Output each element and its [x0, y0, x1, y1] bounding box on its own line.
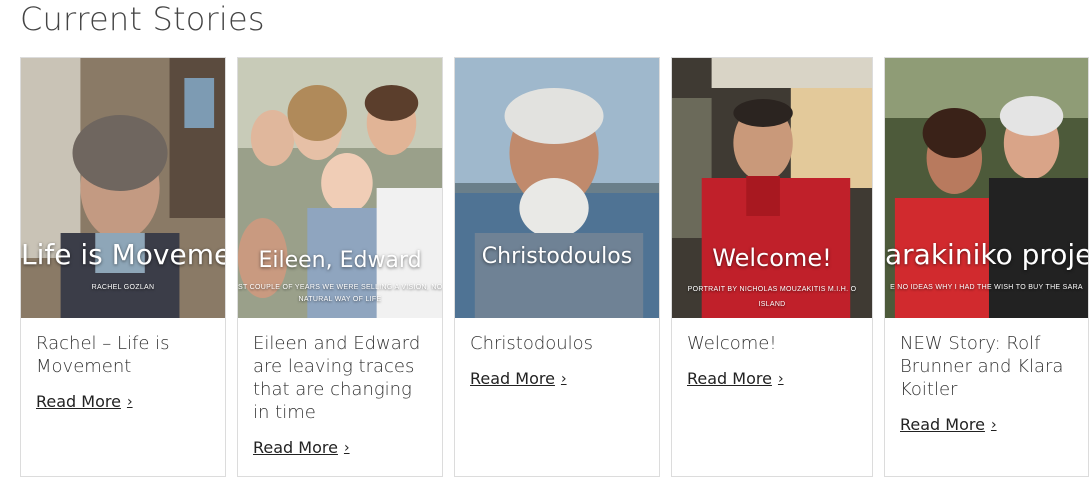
- image-overlay-title: arakiniko projec: [885, 238, 1088, 271]
- stories-grid: Life is Movemen RACHEL GOZLAN Rachel – L…: [20, 57, 1089, 477]
- image-overlay-title: Life is Movemen: [21, 238, 225, 271]
- read-more-label: Read More: [253, 438, 338, 457]
- story-card: Welcome! PORTRAIT BY NICHOLAS MOUZAKITIS…: [671, 57, 873, 477]
- story-image[interactable]: Christodoulos: [455, 58, 659, 318]
- image-overlay-subtitle-2: NATURAL WAY OF LIFE: [298, 296, 382, 303]
- story-card: arakiniko projec E NO IDEAS WHY I HAD TH…: [884, 57, 1089, 477]
- image-overlay-subtitle: ST COUPLE OF YEARS WE WERE SELLING A VIS…: [238, 284, 442, 291]
- image-overlay-subtitle: PORTRAIT BY NICHOLAS MOUZAKITIS M.I.H. O: [687, 286, 857, 293]
- chevron-right-icon: ›: [126, 393, 133, 410]
- image-overlay-title: Welcome!: [712, 244, 832, 272]
- story-card: Eileen, Edward ST COUPLE OF YEARS WE WER…: [237, 57, 443, 477]
- chevron-right-icon: ›: [777, 370, 784, 387]
- read-more-label: Read More: [900, 415, 985, 434]
- story-title[interactable]: Christodoulos: [470, 332, 644, 355]
- chevron-right-icon: ›: [343, 439, 350, 456]
- story-title[interactable]: Rachel – Life is Movement: [36, 332, 210, 378]
- read-more-link[interactable]: Read More ›: [900, 415, 997, 434]
- image-overlay-title: Eileen, Edward: [258, 248, 422, 273]
- read-more-label: Read More: [470, 369, 555, 388]
- story-photo: [238, 58, 442, 318]
- chevron-right-icon: ›: [990, 416, 997, 433]
- story-photo: [21, 58, 225, 318]
- story-card: Life is Movemen RACHEL GOZLAN Rachel – L…: [20, 57, 226, 477]
- page-title: Current Stories: [20, 0, 265, 38]
- story-title[interactable]: Eileen and Edward are leaving traces tha…: [253, 332, 427, 424]
- read-more-label: Read More: [687, 369, 772, 388]
- read-more-link[interactable]: Read More ›: [253, 438, 350, 457]
- story-photo: [455, 58, 659, 318]
- story-photo: [885, 58, 1088, 318]
- image-overlay-subtitle-2: ISLAND: [758, 301, 786, 308]
- story-image[interactable]: arakiniko projec E NO IDEAS WHY I HAD TH…: [885, 58, 1088, 318]
- image-overlay-title: Christodoulos: [481, 244, 633, 269]
- image-overlay-subtitle: RACHEL GOZLAN: [91, 284, 155, 291]
- story-photo: [672, 58, 872, 318]
- story-image[interactable]: Eileen, Edward ST COUPLE OF YEARS WE WER…: [238, 58, 442, 318]
- image-overlay-subtitle: E NO IDEAS WHY I HAD THE WISH TO BUY THE…: [890, 284, 1083, 291]
- chevron-right-icon: ›: [560, 370, 567, 387]
- read-more-link[interactable]: Read More ›: [36, 392, 133, 411]
- story-card: Christodoulos Christodoulos Read More ›: [454, 57, 660, 477]
- story-title[interactable]: Welcome!: [687, 332, 857, 355]
- read-more-link[interactable]: Read More ›: [687, 369, 784, 388]
- story-image[interactable]: Life is Movemen RACHEL GOZLAN: [21, 58, 225, 318]
- read-more-link[interactable]: Read More ›: [470, 369, 567, 388]
- read-more-label: Read More: [36, 392, 121, 411]
- story-title[interactable]: NEW Story: Rolf Brunner and Klara Koitle…: [900, 332, 1073, 401]
- story-image[interactable]: Welcome! PORTRAIT BY NICHOLAS MOUZAKITIS…: [672, 58, 872, 318]
